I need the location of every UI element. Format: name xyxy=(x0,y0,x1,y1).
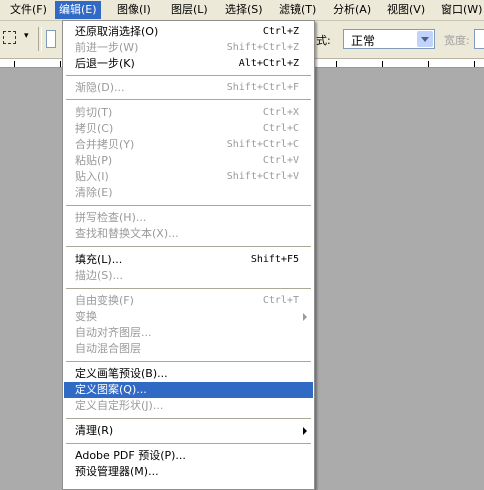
ruler-tick xyxy=(60,61,61,67)
menu-item-label: 变换 xyxy=(75,310,97,323)
menu-item-shortcut: Shift+Ctrl+C xyxy=(226,139,299,150)
menu-item-label: 查找和替换文本(X)... xyxy=(75,227,179,240)
rectangular-marquee-icon[interactable] xyxy=(3,31,16,44)
menu-window[interactable]: 窗口(W) xyxy=(437,1,484,19)
menu-item-label: 贴入(I) xyxy=(75,170,109,183)
menu-item-label: 渐隐(D)... xyxy=(75,81,125,94)
menu-item-step-backward[interactable]: 后退一步(K) Alt+Ctrl+Z xyxy=(64,56,313,72)
menu-item-label: 合并拷贝(Y) xyxy=(75,138,135,151)
menu-separator xyxy=(66,288,311,289)
style-label: 式: xyxy=(316,34,331,47)
menu-item-shortcut: Shift+F5 xyxy=(250,254,299,265)
menu-item-auto-blend-layers[interactable]: 自动混合图层 xyxy=(64,341,313,357)
menu-item-label: 前进一步(W) xyxy=(75,41,139,54)
menu-item-shortcut: Shift+Ctrl+Z xyxy=(226,42,299,53)
menu-item-cut[interactable]: 剪切(T) Ctrl+X xyxy=(64,105,313,121)
menu-filter[interactable]: 滤镜(T) xyxy=(275,1,320,19)
menu-item-define-custom-shape[interactable]: 定义自定形状(J)... xyxy=(64,398,313,414)
menu-bar: 文件(F) 编辑(E) 图像(I) 图层(L) 选择(S) 滤镜(T) 分析(A… xyxy=(0,0,484,21)
menu-item-label: 清理(R) xyxy=(75,424,114,437)
menu-item-label: 定义图案(Q)... xyxy=(75,383,147,396)
style-select-value: 正常 xyxy=(351,34,376,48)
menu-item-shortcut: Ctrl+T xyxy=(262,295,299,306)
menu-separator xyxy=(66,443,311,444)
menu-item-label: 清除(E) xyxy=(75,186,113,199)
menu-item-auto-align-layers[interactable]: 自动对齐图层... xyxy=(64,325,313,341)
submenu-arrow-icon xyxy=(303,427,307,435)
menu-select[interactable]: 选择(S) xyxy=(221,1,267,19)
menu-separator xyxy=(66,99,311,100)
menu-separator xyxy=(66,205,311,206)
menu-item-label: 剪切(T) xyxy=(75,106,113,119)
menu-item-fill[interactable]: 填充(L)... Shift+F5 xyxy=(64,252,313,268)
menu-item-shortcut: Alt+Ctrl+Z xyxy=(238,58,299,69)
ruler-tick xyxy=(474,61,475,67)
menu-item-label: 拷贝(C) xyxy=(75,122,114,135)
menu-item-label: 粘贴(P) xyxy=(75,154,113,167)
menu-file[interactable]: 文件(F) xyxy=(6,1,51,19)
menu-item-shortcut: Ctrl+X xyxy=(262,107,299,118)
menu-item-shortcut: Shift+Ctrl+V xyxy=(226,171,299,182)
ruler-tick xyxy=(14,61,15,67)
menu-item-label: 自由变换(F) xyxy=(75,294,134,307)
width-label: 宽度: xyxy=(444,34,470,47)
menu-item-copy-merged[interactable]: 合并拷贝(Y) Shift+Ctrl+C xyxy=(64,137,313,153)
menu-item-copy[interactable]: 拷贝(C) Ctrl+C xyxy=(64,121,313,137)
menu-item-label: 自动对齐图层... xyxy=(75,326,152,339)
chevron-down-icon[interactable] xyxy=(417,31,433,47)
menu-item-pdf-presets[interactable]: Adobe PDF 预设(P)... xyxy=(64,448,313,464)
menu-item-label: 填充(L)... xyxy=(75,253,123,266)
menu-item-label: 还原取消选择(O) xyxy=(75,25,159,38)
menu-layer[interactable]: 图层(L) xyxy=(167,1,212,19)
ruler-tick xyxy=(382,61,383,67)
menu-separator xyxy=(66,246,311,247)
menu-edit[interactable]: 编辑(E) xyxy=(55,1,101,19)
menu-item-define-pattern[interactable]: 定义图案(Q)... xyxy=(64,382,313,398)
menu-item-free-transform[interactable]: 自由变换(F) Ctrl+T xyxy=(64,293,313,309)
menu-item-label: 自动混合图层 xyxy=(75,342,141,355)
ruler-tick xyxy=(428,61,429,67)
menu-item-label: 定义自定形状(J)... xyxy=(75,399,164,412)
menu-view[interactable]: 视图(V) xyxy=(383,1,429,19)
menu-item-clear[interactable]: 清除(E) xyxy=(64,185,313,201)
menu-item-paste[interactable]: 粘贴(P) Ctrl+V xyxy=(64,153,313,169)
menu-image[interactable]: 图像(I) xyxy=(113,1,155,19)
selection-mode-button[interactable] xyxy=(46,30,56,48)
menu-separator xyxy=(66,361,311,362)
menu-item-label: 后退一步(K) xyxy=(75,57,135,70)
menu-item-purge[interactable]: 清理(R) xyxy=(64,423,313,439)
width-input[interactable] xyxy=(474,29,484,49)
menu-item-label: 预设管理器(M)... xyxy=(75,465,159,478)
menu-item-label: Adobe PDF 预设(P)... xyxy=(75,449,186,462)
submenu-arrow-icon xyxy=(303,313,307,321)
menu-item-define-brush[interactable]: 定义画笔预设(B)... xyxy=(64,366,313,382)
menu-item-shortcut: Ctrl+V xyxy=(262,155,299,166)
menu-item-label: 描边(S)... xyxy=(75,269,124,282)
menu-analysis[interactable]: 分析(A) xyxy=(329,1,375,19)
menu-item-stroke[interactable]: 描边(S)... xyxy=(64,268,313,284)
menu-item-find-replace[interactable]: 查找和替换文本(X)... xyxy=(64,226,313,242)
menu-item-step-forward[interactable]: 前进一步(W) Shift+Ctrl+Z xyxy=(64,40,313,56)
menu-item-paste-into[interactable]: 贴入(I) Shift+Ctrl+V xyxy=(64,169,313,185)
menu-item-undo[interactable]: 还原取消选择(O) Ctrl+Z xyxy=(64,24,313,40)
menu-separator xyxy=(66,418,311,419)
menu-item-spell-check[interactable]: 拼写检查(H)... xyxy=(64,210,313,226)
edit-menu-dropdown: 还原取消选择(O) Ctrl+Z 前进一步(W) Shift+Ctrl+Z 后退… xyxy=(62,20,315,490)
menu-item-shortcut: Ctrl+C xyxy=(262,123,299,134)
menu-item-label: 拼写检查(H)... xyxy=(75,211,147,224)
menu-item-fade[interactable]: 渐隐(D)... Shift+Ctrl+F xyxy=(64,80,313,96)
menu-item-preset-manager[interactable]: 预设管理器(M)... xyxy=(64,464,313,480)
ruler-tick xyxy=(336,61,337,67)
style-select[interactable]: 正常 xyxy=(343,29,435,49)
menu-item-transform[interactable]: 变换 xyxy=(64,309,313,325)
menu-item-shortcut: Shift+Ctrl+F xyxy=(226,82,299,93)
menu-item-label: 定义画笔预设(B)... xyxy=(75,367,168,380)
menu-separator xyxy=(66,75,311,76)
menu-item-shortcut: Ctrl+Z xyxy=(262,26,299,37)
tool-preset-arrow-icon[interactable]: ▾ xyxy=(24,31,29,41)
toolbar-divider xyxy=(38,27,42,51)
